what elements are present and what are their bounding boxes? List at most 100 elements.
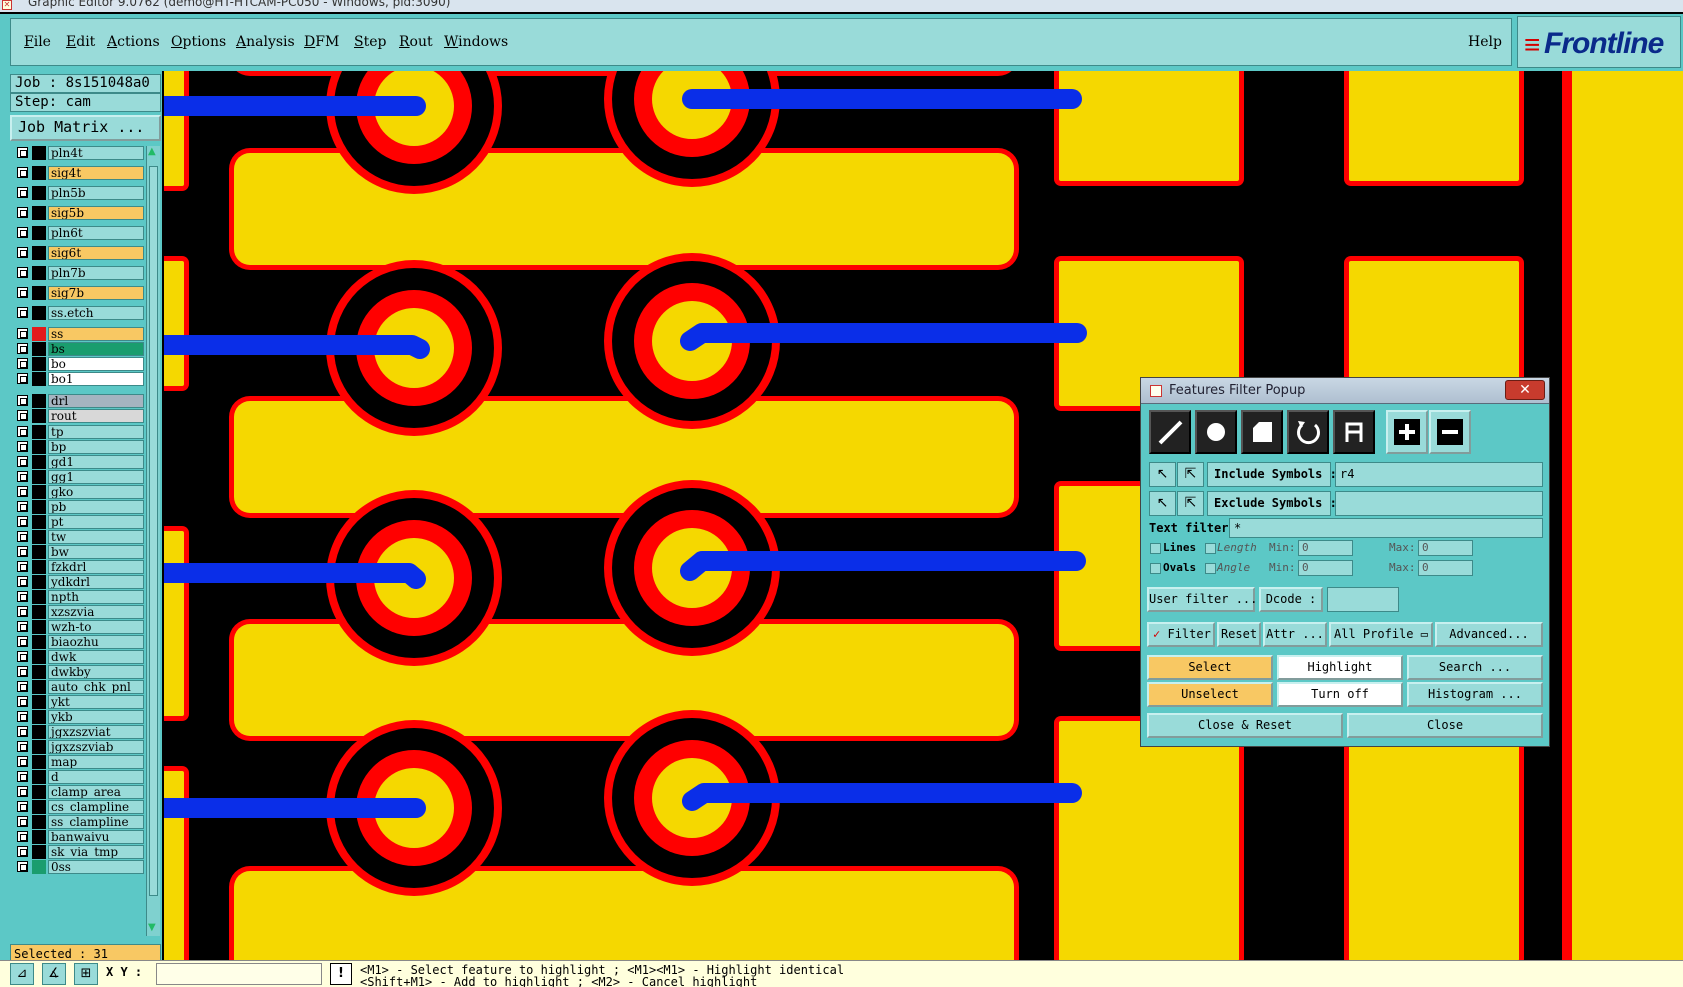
layer-row[interactable]: sig5b (12, 206, 146, 220)
layer-color-swatch[interactable] (32, 266, 46, 280)
menu-windows[interactable]: Windows (444, 34, 508, 50)
layer-color-swatch[interactable] (32, 755, 46, 769)
all-profile-dropdown[interactable]: All Profile ▭ (1329, 622, 1433, 647)
layer-list-scrollbar[interactable]: ▲ ▼ (146, 146, 160, 936)
layer-visibility-checkbox[interactable] (17, 726, 28, 737)
highlight-button[interactable]: Highlight (1277, 655, 1403, 680)
layer-row[interactable]: dwkby (12, 665, 146, 679)
layer-visibility-checkbox[interactable] (17, 247, 28, 258)
include-symbols-input[interactable]: r4 (1335, 462, 1543, 487)
job-matrix-button[interactable]: Job Matrix ... (10, 115, 161, 141)
menu-step[interactable]: Step (354, 34, 386, 50)
layer-row[interactable]: ydkdrl (12, 575, 146, 589)
layer-color-swatch[interactable] (32, 815, 46, 829)
menu-rout[interactable]: Rout (399, 34, 433, 50)
layer-row[interactable]: map (12, 755, 146, 769)
plus-button[interactable] (1386, 410, 1428, 454)
filter-toggle[interactable]: ✓ Filter (1147, 622, 1215, 647)
layer-color-swatch[interactable] (32, 485, 46, 499)
layer-visibility-checkbox[interactable] (17, 207, 28, 218)
layer-visibility-checkbox[interactable] (17, 591, 28, 602)
layer-name[interactable]: cs_clampline (48, 800, 144, 814)
layer-row[interactable]: sig6t (12, 246, 146, 260)
length-min-input[interactable]: 0 (1298, 540, 1353, 556)
layer-color-swatch[interactable] (32, 665, 46, 679)
pad-tool-button[interactable] (1195, 410, 1237, 454)
layer-color-swatch[interactable] (32, 226, 46, 240)
exclude-select-arrow-icon[interactable]: ⇱ (1177, 491, 1204, 516)
layer-name[interactable]: dwkby (48, 665, 144, 679)
layer-name[interactable]: sig5b (48, 206, 144, 220)
layer-row[interactable]: fzkdrl (12, 560, 146, 574)
popup-close-icon[interactable]: ✕ (1505, 380, 1545, 400)
layer-color-swatch[interactable] (32, 409, 46, 423)
layer-name[interactable]: npth (48, 590, 144, 604)
layer-row[interactable]: pln5b (12, 186, 146, 200)
layer-color-swatch[interactable] (32, 500, 46, 514)
layer-name[interactable]: sk_via_tmp (48, 845, 144, 859)
layer-row[interactable]: sig7b (12, 286, 146, 300)
layer-name[interactable]: clamp_area (48, 785, 144, 799)
layer-name[interactable]: pln4t (48, 146, 144, 160)
layer-row[interactable]: npth (12, 590, 146, 604)
layer-visibility-checkbox[interactable] (17, 456, 28, 467)
layer-color-swatch[interactable] (32, 146, 46, 160)
layer-name[interactable]: xzszvia (48, 605, 144, 619)
layer-row[interactable]: ss.etch (12, 306, 146, 320)
layer-color-swatch[interactable] (32, 186, 46, 200)
layer-name[interactable]: bo1 (48, 372, 144, 386)
layer-visibility-checkbox[interactable] (17, 343, 28, 354)
layer-name[interactable]: gko (48, 485, 144, 499)
layer-name[interactable]: jgxzszviat (48, 725, 144, 739)
layer-color-swatch[interactable] (32, 470, 46, 484)
layer-name[interactable]: gd1 (48, 455, 144, 469)
angle-max-input[interactable]: 0 (1418, 560, 1473, 576)
layer-name[interactable]: auto_chk_pnl (48, 680, 144, 694)
layer-color-swatch[interactable] (32, 560, 46, 574)
measure-icon[interactable]: ∡ (42, 963, 66, 985)
layer-visibility-checkbox[interactable] (17, 696, 28, 707)
layer-visibility-checkbox[interactable] (17, 516, 28, 527)
layer-row[interactable]: pln6t (12, 226, 146, 240)
info-icon[interactable]: ! (330, 963, 352, 985)
layer-name[interactable]: sig4t (48, 166, 144, 180)
layer-color-swatch[interactable] (32, 246, 46, 260)
layer-row[interactable]: pln7b (12, 266, 146, 280)
layer-name[interactable]: ykt (48, 695, 144, 709)
angle-checkbox[interactable] (1205, 563, 1216, 574)
layer-visibility-checkbox[interactable] (17, 441, 28, 452)
layer-row[interactable]: ss_clampline (12, 815, 146, 829)
layer-name[interactable]: fzkdrl (48, 560, 144, 574)
surface-tool-button[interactable] (1241, 410, 1283, 454)
layer-name[interactable]: ss.etch (48, 306, 144, 320)
minus-button[interactable] (1429, 410, 1471, 454)
layer-name[interactable]: pb (48, 500, 144, 514)
close-reset-button[interactable]: Close & Reset (1147, 713, 1343, 738)
layer-color-swatch[interactable] (32, 327, 46, 341)
layer-visibility-checkbox[interactable] (17, 267, 28, 278)
layer-color-swatch[interactable] (32, 455, 46, 469)
layer-visibility-checkbox[interactable] (17, 328, 28, 339)
layer-visibility-checkbox[interactable] (17, 816, 28, 827)
layer-color-swatch[interactable] (32, 394, 46, 408)
layer-visibility-checkbox[interactable] (17, 786, 28, 797)
attr-button[interactable]: Attr ... (1263, 622, 1327, 647)
layer-row[interactable]: pln4t (12, 146, 146, 160)
select-button[interactable]: Select (1147, 655, 1273, 680)
lines-checkbox[interactable] (1150, 543, 1161, 554)
layer-visibility-checkbox[interactable] (17, 846, 28, 857)
layer-color-swatch[interactable] (32, 740, 46, 754)
layer-row[interactable]: drl (12, 394, 146, 408)
layer-color-swatch[interactable] (32, 725, 46, 739)
layer-name[interactable]: ss_clampline (48, 815, 144, 829)
layer-row[interactable]: ykt (12, 695, 146, 709)
layer-visibility-checkbox[interactable] (17, 741, 28, 752)
layer-name[interactable]: bo (48, 357, 144, 371)
layer-color-swatch[interactable] (32, 620, 46, 634)
layer-visibility-checkbox[interactable] (17, 681, 28, 692)
layer-name[interactable]: bs (48, 342, 144, 356)
text-tool-button[interactable] (1333, 410, 1375, 454)
layer-row[interactable]: gko (12, 485, 146, 499)
text-filter-input[interactable]: * (1229, 518, 1543, 538)
layer-color-swatch[interactable] (32, 575, 46, 589)
